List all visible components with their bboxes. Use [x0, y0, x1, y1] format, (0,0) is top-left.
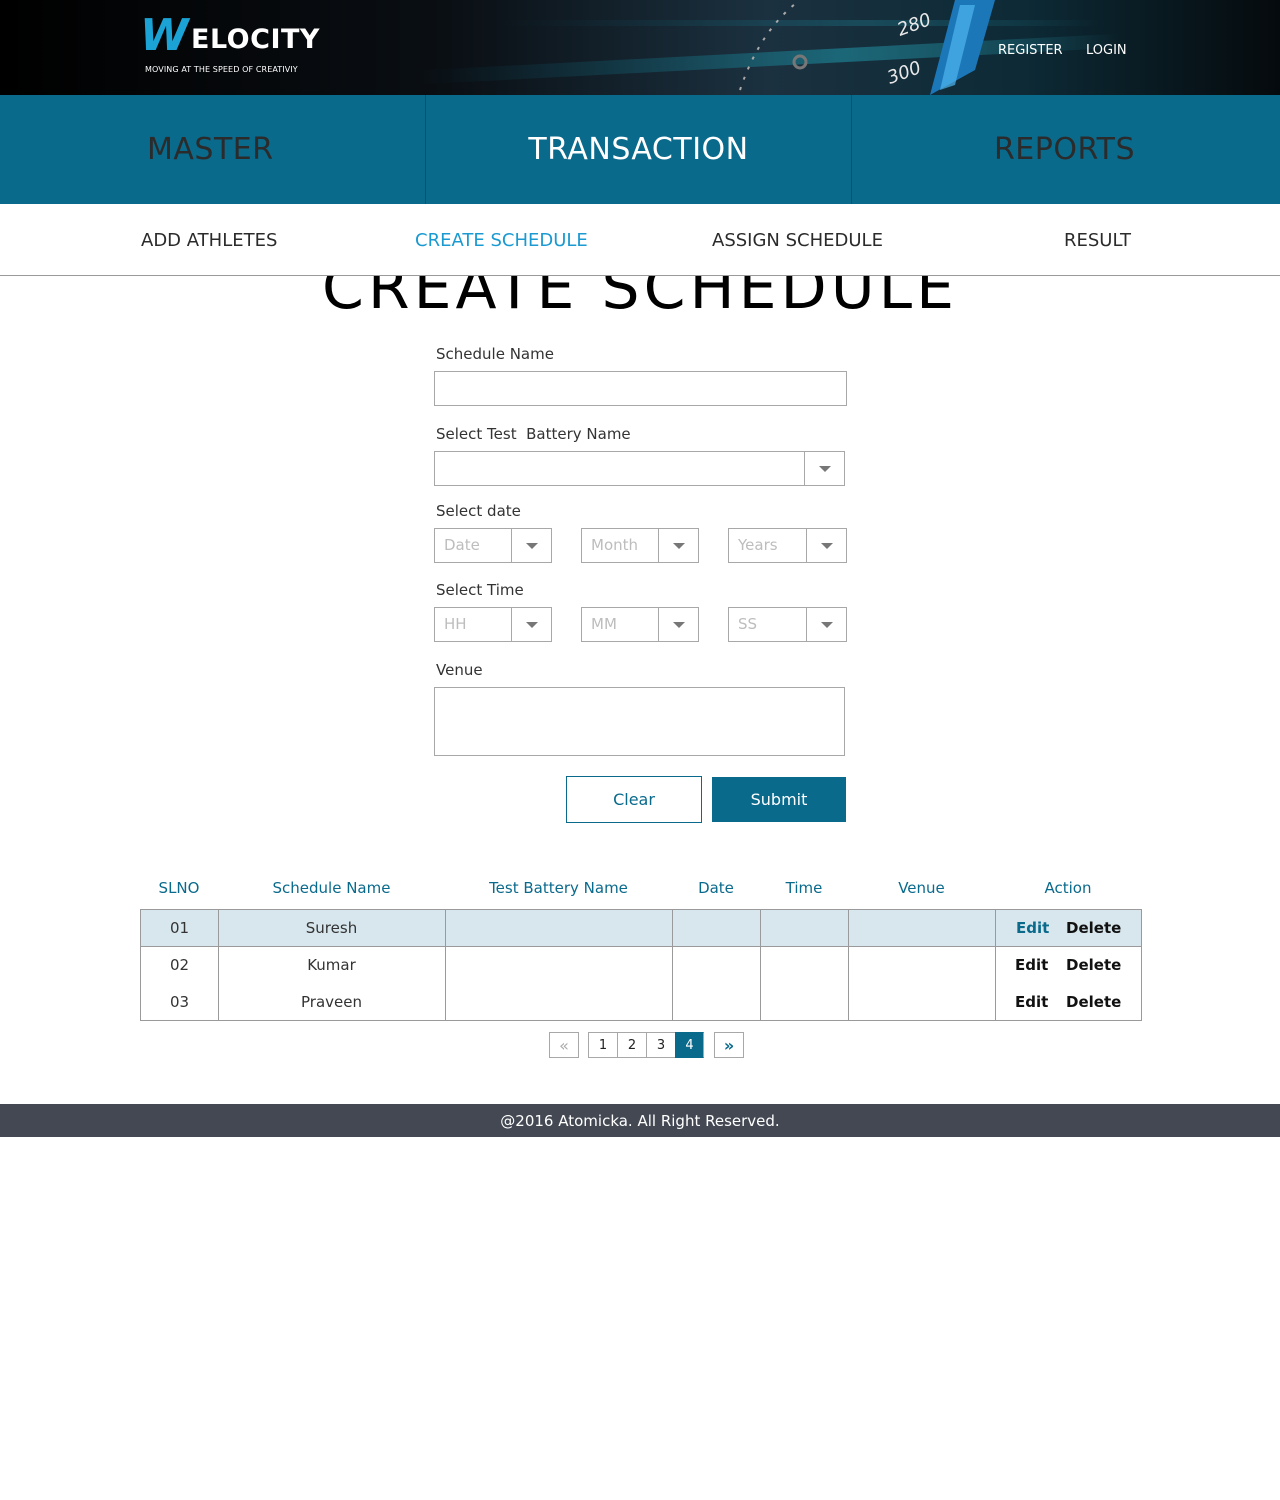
delete-link[interactable]: Delete: [1066, 919, 1121, 937]
tab-reports[interactable]: REPORTS: [852, 95, 1280, 204]
page-button-4[interactable]: 4: [675, 1032, 704, 1058]
column-header-time: Time: [785, 879, 823, 897]
edit-link[interactable]: Edit: [1015, 993, 1048, 1011]
delete-link[interactable]: Delete: [1066, 956, 1121, 974]
column-header-action: Action: [1044, 879, 1092, 897]
column-header-venue: Venue: [898, 879, 945, 897]
main-navigation: MASTER TRANSACTION REPORTS: [0, 95, 1280, 204]
schedule-name-label: Schedule Name: [436, 345, 554, 363]
column-divider: [218, 910, 219, 1020]
login-link[interactable]: LOGIN: [1086, 43, 1127, 58]
cell-schedule-name: Kumar: [307, 956, 356, 974]
year-select[interactable]: Years: [728, 528, 847, 563]
edit-link[interactable]: Edit: [1016, 919, 1049, 937]
top-header: 280 300 W ELOCITY MOVING AT THE SPEED OF…: [0, 0, 1280, 95]
double-chevron-left-icon[interactable]: «: [549, 1032, 579, 1058]
chevron-down-icon: [658, 608, 698, 641]
subnav-result[interactable]: RESULT: [1064, 230, 1131, 251]
table-header: SLNO Schedule Name Test Battery Name Dat…: [140, 879, 1142, 901]
column-header-test-battery: Test Battery Name: [489, 879, 628, 897]
date-placeholder: Date: [444, 536, 480, 554]
column-divider: [672, 910, 673, 1020]
chevron-down-icon: [804, 452, 844, 485]
hour-placeholder: HH: [444, 615, 467, 633]
tab-transaction[interactable]: TRANSACTION: [426, 95, 852, 204]
schedule-table: 01 Suresh Edit Delete 02 Kumar Edit Dele…: [140, 909, 1142, 1021]
table-row[interactable]: 03 Praveen Edit Delete: [141, 984, 1141, 1020]
sub-navigation: ADD ATHLETES CREATE SCHEDULE ASSIGN SCHE…: [0, 204, 1280, 276]
column-divider: [445, 910, 446, 1020]
delete-link[interactable]: Delete: [1066, 993, 1121, 1011]
table-row[interactable]: 01 Suresh Edit Delete: [141, 910, 1141, 947]
month-select[interactable]: Month: [581, 528, 699, 563]
second-select[interactable]: SS: [728, 607, 847, 642]
logo-wordmark: ELOCITY: [191, 24, 320, 55]
minute-select[interactable]: MM: [581, 607, 699, 642]
logo-mark: W: [140, 10, 189, 61]
register-link[interactable]: REGISTER: [998, 43, 1063, 58]
schedule-name-input[interactable]: [434, 371, 847, 406]
subnav-create-schedule[interactable]: CREATE SCHEDULE: [415, 230, 588, 251]
select-time-label: Select Time: [436, 581, 524, 599]
hour-select[interactable]: HH: [434, 607, 552, 642]
cell-schedule-name: Praveen: [301, 993, 362, 1011]
minute-placeholder: MM: [591, 615, 617, 633]
year-placeholder: Years: [738, 536, 778, 554]
cell-slno: 02: [169, 956, 190, 974]
page-button-3[interactable]: 3: [646, 1032, 675, 1058]
subnav-assign-schedule[interactable]: ASSIGN SCHEDULE: [712, 230, 883, 251]
chevron-down-icon: [511, 608, 551, 641]
venue-textarea[interactable]: [434, 687, 845, 756]
chevron-down-icon: [511, 529, 551, 562]
page-title: CREATE SCHEDULE: [322, 276, 958, 320]
submit-button[interactable]: Submit: [712, 777, 846, 822]
column-divider: [848, 910, 849, 1020]
column-divider: [760, 910, 761, 1020]
footer: @2016 Atomicka. All Right Reserved.: [0, 1104, 1280, 1137]
column-header-date: Date: [698, 879, 734, 897]
chevron-down-icon: [806, 529, 846, 562]
month-placeholder: Month: [591, 536, 639, 554]
brand-logo[interactable]: W ELOCITY MOVING AT THE SPEED OF CREATIV…: [140, 14, 340, 78]
page-title-container: CREATE SCHEDULE: [0, 276, 1280, 320]
copyright-text: @2016 Atomicka. All Right Reserved.: [500, 1111, 780, 1130]
page-button-2[interactable]: 2: [617, 1032, 646, 1058]
test-battery-label: Select Test Battery Name: [436, 425, 631, 443]
column-divider: [995, 910, 996, 1020]
tab-master[interactable]: MASTER: [0, 95, 426, 204]
column-header-slno: SLNO: [158, 879, 200, 897]
select-date-label: Select date: [436, 502, 521, 520]
second-placeholder: SS: [738, 615, 758, 633]
chevron-down-icon: [806, 608, 846, 641]
cell-slno: 03: [169, 993, 190, 1011]
double-chevron-right-icon[interactable]: »: [714, 1032, 744, 1058]
date-select[interactable]: Date: [434, 528, 552, 563]
chevron-down-icon: [658, 529, 698, 562]
venue-label: Venue: [436, 661, 483, 679]
cell-schedule-name: Suresh: [305, 919, 358, 937]
page-button-1[interactable]: 1: [588, 1032, 617, 1058]
table-row[interactable]: 02 Kumar Edit Delete: [141, 947, 1141, 984]
edit-link[interactable]: Edit: [1015, 956, 1048, 974]
subnav-add-athletes[interactable]: ADD ATHLETES: [141, 230, 277, 251]
column-header-schedule-name: Schedule Name: [272, 879, 391, 897]
cell-slno: 01: [169, 919, 190, 937]
logo-tagline: MOVING AT THE SPEED OF CREATIVIY: [145, 65, 298, 74]
clear-button[interactable]: Clear: [566, 776, 702, 823]
test-battery-select[interactable]: [434, 451, 845, 486]
